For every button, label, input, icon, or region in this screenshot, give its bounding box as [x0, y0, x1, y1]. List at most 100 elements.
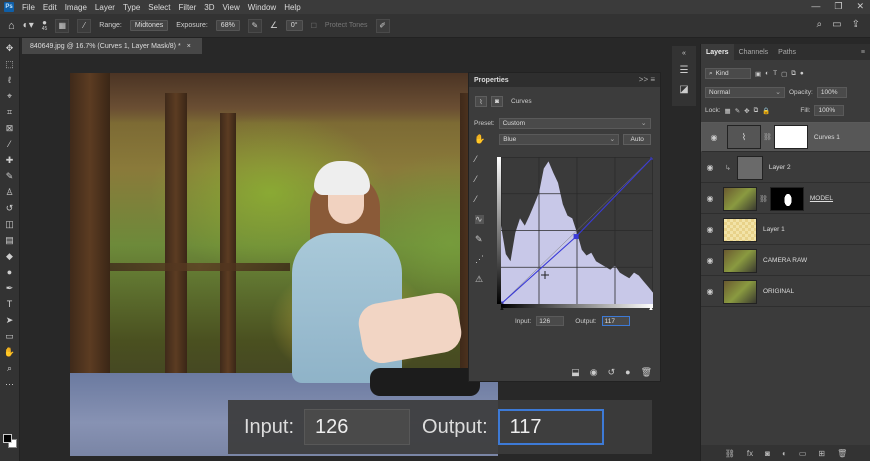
menu-edit[interactable]: Edit: [43, 3, 57, 12]
stamp-tool-icon[interactable]: ♙: [4, 186, 16, 199]
pen-tool-icon[interactable]: ✒: [4, 282, 16, 295]
filter-shape-icon[interactable]: ▢: [781, 70, 787, 78]
view-previous-icon[interactable]: ◉: [590, 367, 598, 378]
search-icon[interactable]: ⌕: [817, 19, 823, 30]
menu-file[interactable]: File: [22, 3, 35, 12]
delete-icon[interactable]: 🗑: [641, 367, 652, 378]
marquee-tool-icon[interactable]: ⬚: [4, 58, 16, 71]
blur-tool-icon[interactable]: ◆: [4, 250, 16, 263]
brush-settings-icon[interactable]: ▦: [55, 18, 70, 33]
filter-smart-icon[interactable]: ⧉: [791, 70, 796, 78]
hand-tool-icon[interactable]: ✋: [4, 346, 16, 359]
filter-toggle-icon[interactable]: ●: [800, 70, 804, 77]
layer-row[interactable]: ◉ ⛓ MODEL: [701, 184, 870, 214]
exposure-input[interactable]: 68%: [215, 20, 240, 31]
overlay-output-field[interactable]: 117: [497, 409, 604, 445]
visibility-icon[interactable]: ●: [625, 367, 630, 377]
mask-link-icon[interactable]: ⛓: [763, 133, 772, 141]
gradient-tool-icon[interactable]: ▤: [4, 234, 16, 247]
curve-control-point[interactable]: [573, 234, 579, 240]
white-point-slider-icon[interactable]: ▲: [648, 306, 654, 312]
menu-help[interactable]: Help: [284, 3, 300, 12]
eraser-tool-icon[interactable]: ◫: [4, 218, 16, 231]
type-tool-icon[interactable]: T: [4, 298, 16, 311]
brush-preset[interactable]: ● 45: [42, 19, 48, 32]
pencil-draw-icon[interactable]: ✎: [475, 235, 484, 244]
menu-type[interactable]: Type: [123, 3, 140, 12]
quick-select-tool-icon[interactable]: ⌖: [4, 90, 16, 103]
new-group-icon[interactable]: ▭: [799, 449, 807, 458]
menu-select[interactable]: Select: [148, 3, 170, 12]
white-point-eyedropper-icon[interactable]: ⁄: [475, 195, 484, 204]
properties-tab[interactable]: Properties: [469, 73, 660, 87]
color-swatches[interactable]: [3, 434, 17, 448]
black-point-slider-icon[interactable]: ▲: [499, 306, 505, 312]
delete-layer-icon[interactable]: 🗑: [837, 449, 847, 458]
new-adjustment-icon[interactable]: ◐: [782, 449, 787, 458]
gray-point-eyedropper-icon[interactable]: ⁄: [475, 175, 484, 184]
smooth-curve-icon[interactable]: ⋰: [475, 255, 484, 264]
menu-view[interactable]: View: [223, 3, 240, 12]
menu-window[interactable]: Window: [248, 3, 276, 12]
tab-channels[interactable]: Channels: [734, 44, 774, 60]
visibility-eye-icon[interactable]: ◉: [701, 194, 719, 203]
protect-tones-checkbox[interactable]: ☐: [311, 22, 317, 30]
pressure-icon[interactable]: ✐: [375, 18, 390, 33]
crop-tool-icon[interactable]: ⌗: [4, 106, 16, 119]
filter-type-icon[interactable]: T: [773, 70, 777, 77]
lock-paint-icon[interactable]: ✎: [735, 107, 740, 115]
layer-row[interactable]: ◉ ORIGINAL: [701, 277, 870, 307]
add-mask-icon[interactable]: ◙: [765, 449, 770, 458]
filter-adjust-icon[interactable]: ◐: [765, 70, 769, 77]
properties-dock-icon[interactable]: ☰: [680, 65, 689, 76]
kind-filter-select[interactable]: ⌕ Kind: [705, 68, 751, 79]
layer-mask-thumb[interactable]: [773, 125, 808, 149]
tab-paths[interactable]: Paths: [773, 44, 801, 60]
panel-menu-icon[interactable]: >> ≡: [639, 75, 655, 84]
mask-link-icon[interactable]: ⛓: [759, 195, 768, 203]
history-brush-icon[interactable]: ↺: [4, 202, 16, 215]
filter-pixel-icon[interactable]: ▣: [755, 70, 761, 78]
document-tab[interactable]: 840649.jpg @ 16.7% (Curves 1, Layer Mask…: [22, 38, 202, 54]
frame-tool-icon[interactable]: ⊠: [4, 122, 16, 135]
move-tool-icon[interactable]: ✥: [4, 42, 16, 55]
visibility-eye-icon[interactable]: ◉: [701, 256, 719, 265]
fill-input[interactable]: 100%: [814, 105, 845, 116]
clipping-warning-icon[interactable]: ⚠: [475, 275, 484, 284]
close-window-button[interactable]: ✕: [856, 1, 864, 12]
lock-artboard-icon[interactable]: ⧉: [754, 107, 759, 115]
lasso-tool-icon[interactable]: ℓ: [4, 74, 16, 87]
brush-tool-icon[interactable]: ✎: [4, 170, 16, 183]
layer-style-icon[interactable]: fx: [747, 449, 753, 458]
layer-row[interactable]: ◉ CAMERA RAW: [701, 246, 870, 276]
overlay-input-field[interactable]: 126: [304, 409, 411, 445]
lock-move-icon[interactable]: ✥: [744, 107, 749, 115]
collapse-arrows-icon[interactable]: «: [682, 50, 686, 57]
document-image[interactable]: [70, 73, 498, 456]
visibility-eye-icon[interactable]: ◉: [701, 225, 719, 234]
menu-filter[interactable]: Filter: [179, 3, 197, 12]
opacity-input[interactable]: 100%: [816, 87, 847, 98]
layer-row[interactable]: ◉ ⌇ ⛓ Curves 1: [701, 122, 870, 152]
panel-menu-icon[interactable]: ≡: [856, 44, 870, 60]
airbrush-mode-icon[interactable]: ✎: [247, 18, 262, 33]
curve-control-point[interactable]: [650, 157, 653, 160]
workspace-icon[interactable]: ▭: [832, 19, 841, 30]
layer-row[interactable]: ◉ ↳ Layer 2: [701, 153, 870, 183]
home-icon[interactable]: ⌂: [8, 20, 15, 32]
visibility-eye-icon[interactable]: ◉: [701, 287, 719, 296]
new-layer-icon[interactable]: ⊞: [818, 449, 825, 458]
eyedropper-tool-icon[interactable]: ⁄: [4, 138, 16, 151]
lock-transparent-icon[interactable]: ▦: [725, 107, 731, 115]
input-field[interactable]: 126: [536, 316, 565, 326]
channel-select[interactable]: Blue ⌄: [499, 134, 620, 145]
angle-input[interactable]: 0°: [285, 20, 303, 31]
curve-point-tool-icon[interactable]: ∿: [475, 215, 484, 224]
share-icon[interactable]: ⇪: [852, 19, 860, 30]
range-select[interactable]: Midtones: [129, 20, 169, 31]
healing-tool-icon[interactable]: ✚: [4, 154, 16, 167]
black-point-eyedropper-icon[interactable]: ⁄: [475, 155, 484, 164]
restore-button[interactable]: ❐: [834, 1, 842, 12]
airbrush-icon[interactable]: ⁄: [77, 18, 92, 33]
layer-mask-thumb[interactable]: [769, 186, 804, 211]
